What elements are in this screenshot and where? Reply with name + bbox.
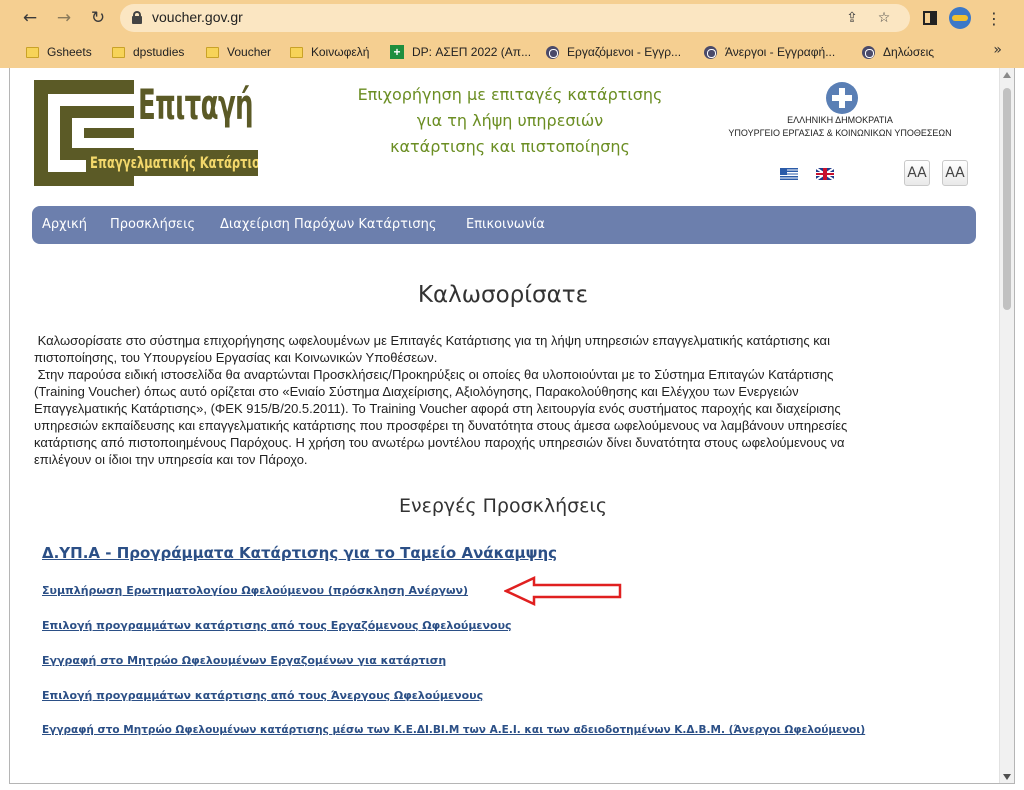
bookmark-koinofeli[interactable]: Κοινωφελή: [290, 42, 369, 62]
browser-toolbar: ← → ↻ voucher.gov.gr ⇪ ☆ ⋮: [0, 0, 1024, 36]
kebab-menu-icon[interactable]: ⋮: [982, 6, 1006, 30]
bookmark-label: dpstudies: [133, 45, 185, 59]
scroll-thumb[interactable]: [1003, 88, 1011, 310]
bookmark-label: Gsheets: [47, 45, 92, 59]
forward-arrow-icon[interactable]: →: [52, 6, 76, 30]
reload-icon[interactable]: ↻: [86, 6, 110, 30]
bookmark-star-icon[interactable]: ☆: [874, 8, 894, 28]
logo-subtitle: Επαγγελματικής Κατάρτισης: [86, 150, 258, 176]
red-annotation-arrow-icon: [504, 576, 622, 606]
address-bar[interactable]: voucher.gov.gr ⇪ ☆: [120, 4, 910, 32]
bookmarks-bar: Gsheets dpstudies Voucher Κοινωφελή + DP:…: [0, 38, 1024, 64]
nav-provider-management[interactable]: Διαχείριση Παρόχων Κατάρτισης: [220, 217, 436, 232]
intro-line: υπηρεσιών εκπαίδευσης και επαγγελματικής…: [34, 418, 848, 433]
plus-icon: +: [390, 45, 404, 59]
main-nav: Αρχική Προσκλήσεις Διαχείριση Παρόχων Κα…: [32, 206, 976, 244]
unemployed-program-selection-link[interactable]: Επιλογή προγραμμάτων κατάρτισης από τους…: [42, 689, 483, 702]
bookmark-gsheets[interactable]: Gsheets: [26, 42, 92, 62]
bookmark-voucher[interactable]: Voucher: [206, 42, 271, 62]
kedivim-registry-link[interactable]: Εγγραφή στο Μητρώο Ωφελουμένων κατάρτιση…: [42, 724, 865, 736]
tagline-line: για τη λήψη υπηρεσιών: [416, 111, 604, 130]
font-decrease-button[interactable]: AA: [904, 160, 930, 186]
browser-chrome: ← → ↻ voucher.gov.gr ⇪ ☆ ⋮ Gsheets dpstu…: [0, 0, 1024, 68]
vertical-scrollbar[interactable]: [999, 68, 1014, 783]
active-calls-heading: Ενεργές Προσκλήσεις: [398, 495, 608, 517]
bookmark-asep[interactable]: + DP: ΑΣΕΠ 2022 (Απ...: [390, 42, 531, 62]
page-viewport: Επιταγή Επαγγελματικής Κατάρτισης Επιχορ…: [9, 68, 1015, 784]
questionnaire-unemployed-link[interactable]: Συμπλήρωση Ερωτηματολογίου Ωφελούμενου (…: [42, 584, 468, 597]
nav-calls[interactable]: Προσκλήσεις: [110, 217, 195, 232]
site-tagline: Επιχορήγηση με επιταγές κατάρτισης για τ…: [340, 82, 680, 160]
intro-line: κατάρτισης από πιστοποιημένους Παρόχους.…: [34, 435, 845, 450]
folder-icon: [26, 46, 39, 58]
share-icon[interactable]: ⇪: [842, 8, 862, 28]
globe-icon: [862, 45, 875, 59]
back-arrow-icon[interactable]: ←: [18, 6, 42, 30]
bookmark-ergazomenoi[interactable]: Εργαζόμενοι - Εγγρ...: [546, 42, 681, 62]
tagline-line: Επιχορήγηση με επιταγές κατάρτισης: [357, 85, 663, 104]
bookmark-label: Κοινωφελή: [311, 45, 370, 59]
side-panel-icon[interactable]: [918, 6, 942, 30]
bookmark-dpstudies[interactable]: dpstudies: [112, 42, 184, 62]
dypa-recovery-fund-link[interactable]: Δ.ΥΠ.Α - Προγράμματα Κατάρτισης για το Τ…: [42, 544, 557, 562]
globe-icon: [704, 45, 717, 59]
url-text[interactable]: voucher.gov.gr: [152, 9, 243, 25]
employed-registry-link[interactable]: Εγγραφή στο Μητρώο Ωφελουμένων Εργαζομέν…: [42, 654, 446, 667]
bookmark-diloseis[interactable]: Δηλώσεις: [862, 42, 934, 62]
nav-home[interactable]: Αρχική: [42, 217, 87, 232]
bookmark-label: Εργαζόμενοι - Εγγρ...: [567, 45, 682, 59]
uk-flag-icon[interactable]: [816, 168, 834, 180]
bookmark-label: Voucher: [227, 45, 272, 59]
intro-line: Επαγγελματικής Κατάρτισης», (ΦΕΚ 915/Β/2…: [34, 401, 841, 416]
bookmark-anergoi[interactable]: Άνεργοι - Εγγραφή...: [704, 42, 835, 62]
logo-title: Επιταγή: [138, 80, 254, 129]
bookmark-label: DP: ΑΣΕΠ 2022 (Απ...: [412, 45, 532, 59]
page-title: Καλωσορίσατε: [417, 282, 589, 308]
bookmark-label: Άνεργοι - Εγγραφή...: [725, 45, 836, 59]
greek-emblem-icon: [826, 82, 858, 114]
employed-program-selection-link[interactable]: Επιλογή προγραμμάτων κατάρτισης από τους…: [42, 619, 512, 632]
more-bookmarks-button[interactable]: »: [993, 42, 1002, 58]
intro-line: Καλωσορίσατε στο σύστημα επιχορήγησης ωφ…: [34, 333, 830, 348]
intro-line: επιλέγουν οι ίδιοι την υπηρεσία και τον …: [34, 452, 308, 467]
globe-icon: [546, 45, 559, 59]
folder-icon: [206, 46, 219, 58]
scroll-up-arrow-icon[interactable]: [1003, 72, 1011, 78]
intro-text: Καλωσορίσατε στο σύστημα επιχορήγησης ωφ…: [34, 332, 964, 468]
gov-republic-label: ΕΛΛΗΝΙΚΗ ΔΗΜΟΚΡΑΤΙΑ: [787, 115, 893, 125]
scroll-down-arrow-icon[interactable]: [1003, 774, 1011, 780]
site-logo[interactable]: Επιταγή Επαγγελματικής Κατάρτισης: [34, 80, 258, 186]
gov-ministry-label: ΥΠΟΥΡΓΕΙΟ ΕΡΓΑΣΙΑΣ & ΚΟΙΝΩΝΙΚΩΝ ΥΠΟΘΕΣΕΩ…: [728, 128, 952, 138]
intro-line: Στην παρούσα ειδική ιστοσελίδα θα αναρτώ…: [34, 367, 834, 382]
folder-icon: [290, 46, 303, 58]
tagline-line: κατάρτισης και πιστοποίησης: [390, 137, 630, 156]
lock-icon[interactable]: [132, 11, 142, 24]
greek-flag-icon[interactable]: [780, 168, 798, 180]
profile-avatar-icon[interactable]: [948, 6, 972, 30]
nav-contact[interactable]: Επικοινωνία: [466, 217, 545, 232]
intro-line: πιστοποίησης, του Υπουργείου Εργασίας κα…: [34, 350, 438, 365]
bookmark-label: Δηλώσεις: [883, 45, 935, 59]
font-increase-button[interactable]: AA: [942, 160, 968, 186]
folder-icon: [112, 46, 125, 58]
intro-line: (Training Voucher) όπως αυτό ορίζεται στ…: [34, 384, 799, 399]
